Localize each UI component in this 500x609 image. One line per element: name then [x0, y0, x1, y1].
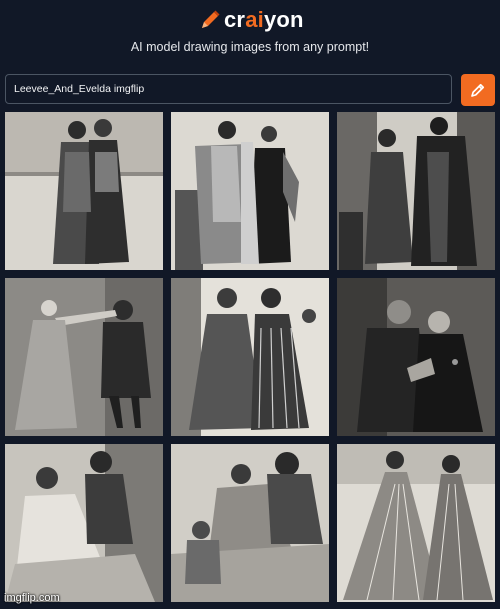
generated-image-6[interactable] — [337, 278, 495, 436]
generated-image-5[interactable] — [171, 278, 329, 436]
imgflip-watermark: imgflip.com — [4, 592, 60, 604]
tagline: AI model drawing images from any prompt! — [130, 40, 370, 54]
generated-image-3[interactable] — [337, 112, 495, 270]
prompt-input[interactable]: Leevee_And_Evelda imgflip — [5, 74, 452, 104]
logo-text-part3: yon — [263, 7, 304, 32]
header: craiyon AI model drawing images from any… — [0, 0, 500, 70]
logo-text-part1: cr — [224, 7, 246, 32]
pencil-logo-icon — [202, 10, 220, 28]
craiyon-logo[interactable]: craiyon — [198, 6, 304, 34]
generated-image-7[interactable] — [5, 444, 163, 602]
generated-image-1[interactable] — [5, 112, 163, 270]
generated-image-8[interactable] — [171, 444, 329, 602]
generated-image-4[interactable] — [5, 278, 163, 436]
logo-text-part2: ai — [245, 7, 264, 32]
generated-image-2[interactable] — [171, 112, 329, 270]
draw-button[interactable] — [461, 74, 495, 106]
generated-image-9[interactable] — [337, 444, 495, 602]
pencil-icon — [471, 83, 485, 97]
logo-text: craiyon — [224, 7, 304, 33]
image-grid — [5, 112, 495, 607]
